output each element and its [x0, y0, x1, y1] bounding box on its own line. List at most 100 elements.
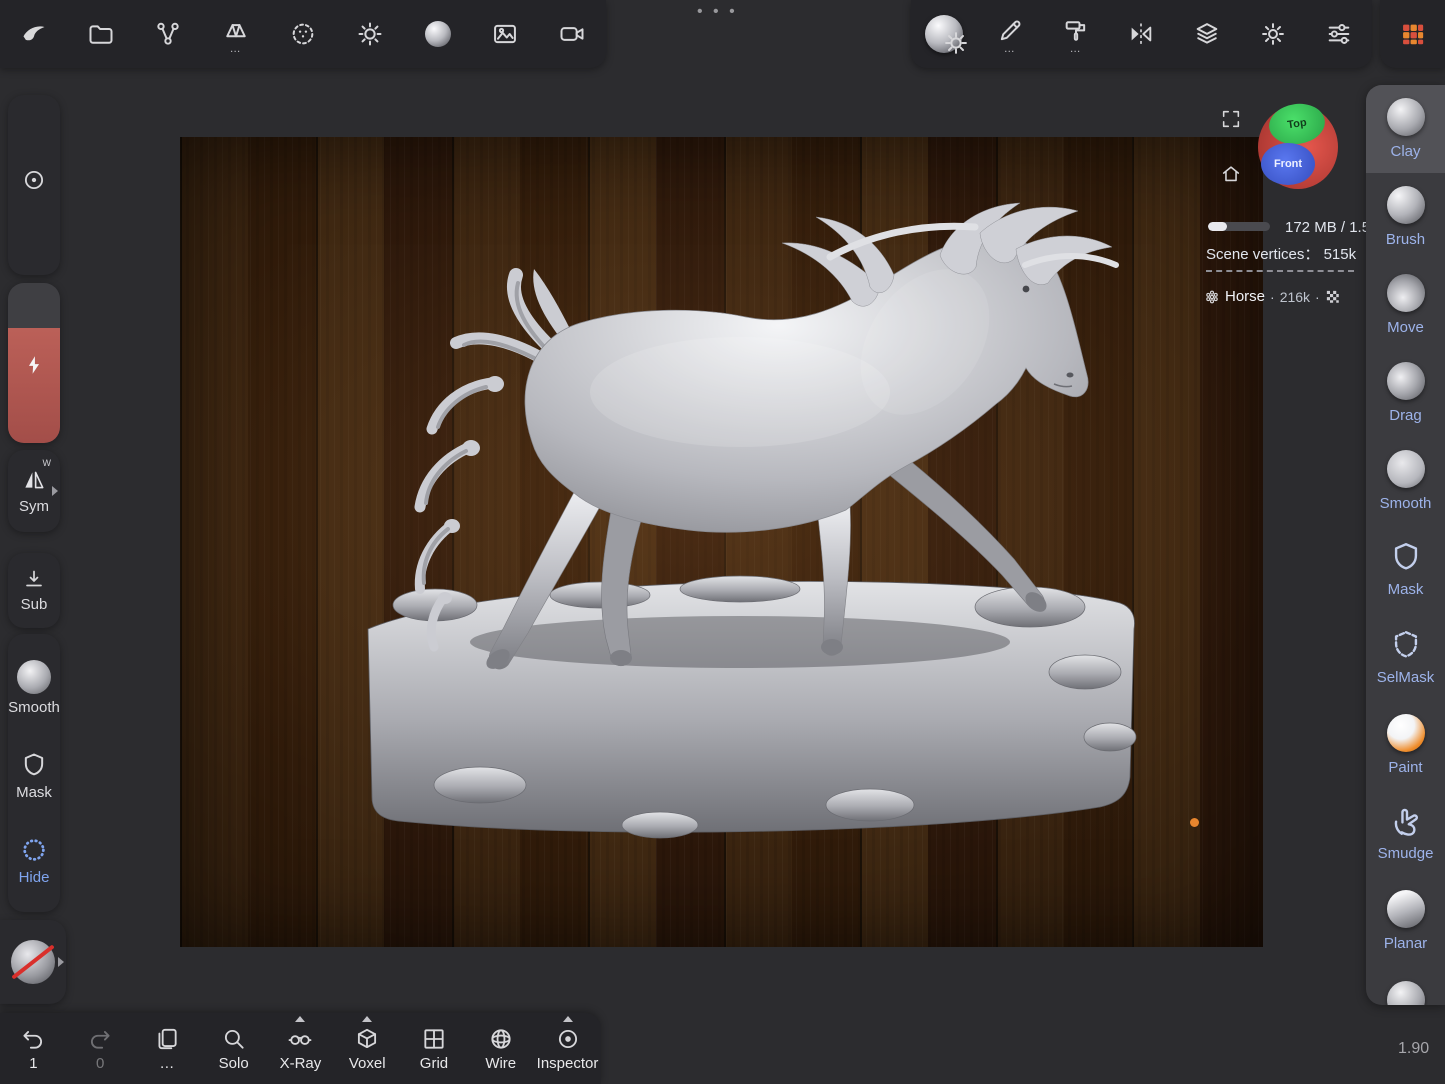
clay-sphere-icon — [1387, 98, 1425, 136]
mask-shield-icon — [1389, 540, 1423, 574]
matcap-button[interactable] — [414, 4, 462, 64]
window-handle-dots[interactable]: • • • — [697, 3, 738, 21]
inspector-caret-icon[interactable] — [563, 1016, 573, 1022]
topology-button[interactable]: … — [212, 4, 260, 64]
intensity-bolt-icon — [23, 354, 45, 376]
stats-separator — [1206, 270, 1354, 272]
sliders-button[interactable] — [1315, 4, 1363, 64]
bake-button[interactable] — [1389, 4, 1437, 64]
next-tool-sphere-icon[interactable] — [1387, 981, 1425, 1005]
solo-label: Solo — [219, 1055, 249, 1072]
settings-button[interactable] — [1249, 4, 1297, 64]
tool-planar[interactable]: Planar — [1366, 877, 1445, 965]
camera-button[interactable] — [548, 4, 596, 64]
toggle-grid[interactable]: Grid — [405, 1026, 463, 1072]
gizmo-top-face[interactable]: Top — [1266, 100, 1327, 147]
pencil-tool-button[interactable]: … — [986, 4, 1034, 64]
tool-paint-label: Paint — [1388, 759, 1422, 776]
redo-button[interactable]: 0 — [71, 1026, 129, 1072]
matcap-none-button[interactable] — [0, 920, 66, 1004]
wire-icon — [488, 1026, 514, 1052]
tool-planar-label: Planar — [1384, 935, 1427, 952]
symmetry-flyout-arrow[interactable] — [52, 486, 58, 496]
intensity-track[interactable] — [8, 283, 60, 328]
tool-smudge[interactable]: Smudge — [1366, 789, 1445, 877]
undo-button[interactable]: 1 — [4, 1026, 62, 1072]
sub-icon — [22, 568, 46, 592]
inspector-icon — [555, 1026, 581, 1052]
quick-hide-button[interactable]: Hide — [19, 836, 50, 886]
checker-icon — [1325, 289, 1340, 304]
left-quick-tools: Smooth Mask Hide — [8, 634, 60, 912]
grid-label: Grid — [420, 1055, 448, 1072]
symmetry-axis-label: W — [43, 458, 52, 468]
lighting-button[interactable] — [346, 4, 394, 64]
toggle-wire[interactable]: Wire — [472, 1026, 530, 1072]
quick-smooth-button[interactable]: Smooth — [8, 660, 60, 716]
smooth-sphere-icon — [17, 660, 51, 694]
viewport-canvas[interactable] — [180, 137, 1263, 947]
toggle-solo[interactable]: Solo — [205, 1026, 263, 1072]
scene-cards-more: … — [159, 1055, 174, 1072]
tool-brush-label: Brush — [1386, 231, 1425, 248]
intensity-fill[interactable] — [8, 328, 60, 443]
tool-brush[interactable]: Brush — [1366, 173, 1445, 261]
tool-selmask[interactable]: SelMask — [1366, 613, 1445, 701]
wire-label: Wire — [485, 1055, 516, 1072]
layers-button[interactable] — [1183, 4, 1231, 64]
toggle-voxel[interactable]: Voxel — [338, 1026, 396, 1072]
stroke-falloff-button[interactable] — [279, 4, 327, 64]
app-version: 1.90 — [1398, 1040, 1429, 1058]
horse-sculpture — [180, 137, 1263, 947]
files-button[interactable] — [77, 4, 125, 64]
tool-mask[interactable]: Mask — [1366, 525, 1445, 613]
planar-sphere-icon — [1387, 890, 1425, 928]
voxel-icon — [354, 1026, 380, 1052]
toggle-inspector[interactable]: Inspector — [539, 1026, 597, 1072]
intensity-slider[interactable] — [8, 283, 60, 443]
xray-icon — [287, 1026, 313, 1052]
symmetry-label: Sym — [19, 498, 49, 515]
bottom-toolbar: 1 0 … Solo X-Ray Voxel Grid — [0, 1013, 601, 1084]
quick-mask-button[interactable]: Mask — [16, 751, 52, 801]
home-view-icon[interactable] — [1220, 163, 1242, 185]
radius-slider[interactable] — [8, 95, 60, 275]
matcap-flyout-arrow[interactable] — [58, 957, 64, 967]
tool-move[interactable]: Move — [1366, 261, 1445, 349]
active-object-row[interactable]: Horse · 216k · — [1204, 288, 1340, 305]
tool-clay[interactable]: Clay — [1366, 85, 1445, 173]
tool-smooth-label: Smooth — [1380, 495, 1432, 512]
voxel-caret-icon[interactable] — [362, 1016, 372, 1022]
move-sphere-icon — [1387, 274, 1425, 312]
app-logo[interactable] — [10, 4, 58, 64]
sub-mode-toggle[interactable]: Sub — [8, 553, 60, 628]
paint-roller-button[interactable]: … — [1052, 4, 1100, 64]
tool-drag[interactable]: Drag — [1366, 349, 1445, 437]
symmetry-toggle[interactable]: W Sym — [8, 450, 60, 532]
tool-paint[interactable]: Paint — [1366, 701, 1445, 789]
solo-icon — [221, 1026, 247, 1052]
tool-clay-label: Clay — [1390, 143, 1420, 160]
tool-smudge-label: Smudge — [1378, 845, 1434, 862]
background-image-button[interactable] — [481, 4, 529, 64]
drag-sphere-icon — [1387, 362, 1425, 400]
top-toolbar-far-right — [1380, 0, 1445, 68]
tool-smooth[interactable]: Smooth — [1366, 437, 1445, 525]
pencil-more-dots: … — [1004, 46, 1016, 52]
material-button[interactable] — [920, 4, 968, 64]
scene-vertices-label: Scene vertices： — [1206, 246, 1319, 263]
undo-icon — [20, 1026, 46, 1052]
toggle-xray[interactable]: X-Ray — [271, 1026, 329, 1072]
symmetry-button[interactable] — [1117, 4, 1165, 64]
radius-indicator-icon — [21, 167, 47, 193]
scene-graph-button[interactable] — [144, 4, 192, 64]
undo-count: 1 — [29, 1055, 37, 1072]
smudge-finger-icon — [1389, 804, 1423, 838]
scene-cards-button[interactable]: … — [138, 1026, 196, 1072]
gizmo-front-face[interactable]: Front — [1261, 143, 1315, 185]
orientation-gizmo[interactable]: Top Front — [1258, 105, 1338, 189]
tool-mask-label: Mask — [1388, 581, 1424, 598]
object-sep-1: · — [1270, 289, 1275, 305]
xray-caret-icon[interactable] — [295, 1016, 305, 1022]
fullscreen-icon[interactable] — [1220, 108, 1242, 130]
